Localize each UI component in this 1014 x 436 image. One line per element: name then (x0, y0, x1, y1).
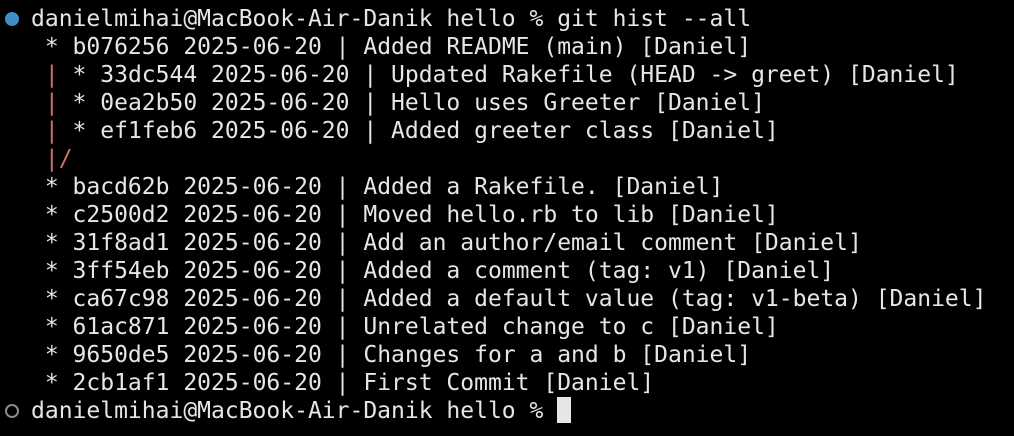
commit-message: Added README (main) [Daniel] (363, 34, 752, 60)
command-line: danielmihai@MacBook-Air-Danik hello % gi… (31, 5, 751, 33)
commit-message: Unrelated change to c [Daniel] (363, 314, 779, 340)
commit-hash: 3ff54eb (72, 258, 184, 284)
commit-line: * ca67c98 2025-06-20 | Added a default v… (31, 285, 987, 313)
commit-date: 2025-06-20 | (183, 174, 364, 200)
commit-date: 2025-06-20 | (183, 230, 364, 256)
commit-line: * bacd62b 2025-06-20 | Added a Rakefile.… (31, 173, 724, 201)
commit-line: * 9650de5 2025-06-20 | Changes for a and… (31, 341, 751, 369)
commit-line: * 2cb1af1 2025-06-20 | First Commit [Dan… (31, 369, 654, 397)
commit-marker: * (31, 342, 73, 368)
command-status-pending-icon (5, 404, 19, 418)
commit-message: Hello uses Greeter [Daniel] (391, 90, 765, 116)
commit-hash: 9650de5 (72, 342, 184, 368)
command-status-success-icon (5, 12, 19, 26)
graph-merge-line: |/ (31, 145, 73, 173)
shell-prompt: danielmihai@MacBook-Air-Danik hello % (31, 398, 558, 424)
commit-hash: c2500d2 (72, 202, 184, 228)
commit-date: 2025-06-20 | (183, 342, 364, 368)
branch-rail: | (31, 118, 73, 144)
branch-rail: | (31, 90, 73, 116)
commit-marker: * (31, 202, 73, 228)
commit-marker: * (31, 370, 73, 396)
commit-date: 2025-06-20 | (183, 314, 364, 340)
commit-line: | * 0ea2b50 2025-06-20 | Hello uses Gree… (31, 89, 765, 117)
commit-date: 2025-06-20 | (183, 258, 364, 284)
commit-marker: * (31, 258, 73, 284)
commit-line: * c2500d2 2025-06-20 | Moved hello.rb to… (31, 201, 779, 229)
shell-prompt: danielmihai@MacBook-Air-Danik hello % (31, 6, 558, 32)
commit-marker: * (31, 314, 73, 340)
commit-message: Added a Rakefile. [Daniel] (363, 174, 724, 200)
commit-line: | * ef1feb6 2025-06-20 | Added greeter c… (31, 117, 779, 145)
commit-hash: 2cb1af1 (72, 370, 184, 396)
commit-message: Added a comment (tag: v1) [Daniel] (363, 258, 835, 284)
commit-date: 2025-06-20 | (183, 202, 364, 228)
commit-message: Added a default value (tag: v1-beta) [Da… (363, 286, 987, 312)
commit-marker: * (72, 62, 101, 88)
commit-marker: * (31, 34, 73, 60)
commit-message: Add an author/email comment [Daniel] (363, 230, 862, 256)
commit-hash: 33dc544 (100, 62, 212, 88)
commit-marker: * (72, 118, 101, 144)
commit-message: Added greeter class [Daniel] (391, 118, 779, 144)
commit-marker: * (72, 90, 101, 116)
commit-line: * 61ac871 2025-06-20 | Unrelated change … (31, 313, 779, 341)
commit-line: * b076256 2025-06-20 | Added README (mai… (31, 33, 751, 61)
commit-marker: * (31, 286, 73, 312)
commit-message: Moved hello.rb to lib [Daniel] (363, 202, 779, 228)
commit-date: 2025-06-20 | (183, 370, 364, 396)
prompt-line: danielmihai@MacBook-Air-Danik hello % (31, 397, 572, 425)
commit-date: 2025-06-20 | (211, 90, 392, 116)
commit-hash: 0ea2b50 (100, 90, 212, 116)
text-cursor[interactable] (557, 397, 572, 423)
commit-marker: * (31, 174, 73, 200)
merge-rail: |/ (31, 146, 73, 172)
terminal-output[interactable]: danielmihai@MacBook-Air-Danik hello % gi… (0, 5, 1014, 436)
command-text: git hist --all (557, 6, 752, 32)
commit-line: | * 33dc544 2025-06-20 | Updated Rakefil… (31, 61, 959, 89)
commit-date: 2025-06-20 | (183, 34, 364, 60)
commit-message: First Commit [Daniel] (363, 370, 655, 396)
commit-line: * 3ff54eb 2025-06-20 | Added a comment (… (31, 257, 834, 285)
commit-hash: bacd62b (72, 174, 184, 200)
commit-hash: ef1feb6 (100, 118, 212, 144)
commit-marker: * (31, 230, 73, 256)
commit-date: 2025-06-20 | (211, 118, 392, 144)
commit-hash: 61ac871 (72, 314, 184, 340)
commit-message: Updated Rakefile (HEAD -> greet) [Daniel… (391, 62, 959, 88)
commit-date: 2025-06-20 | (211, 62, 392, 88)
commit-date: 2025-06-20 | (183, 286, 364, 312)
commit-line: * 31f8ad1 2025-06-20 | Add an author/ema… (31, 229, 862, 257)
commit-hash: ca67c98 (72, 286, 184, 312)
commit-hash: b076256 (72, 34, 184, 60)
commit-hash: 31f8ad1 (72, 230, 184, 256)
commit-message: Changes for a and b [Daniel] (363, 342, 752, 368)
branch-rail: | (31, 62, 73, 88)
